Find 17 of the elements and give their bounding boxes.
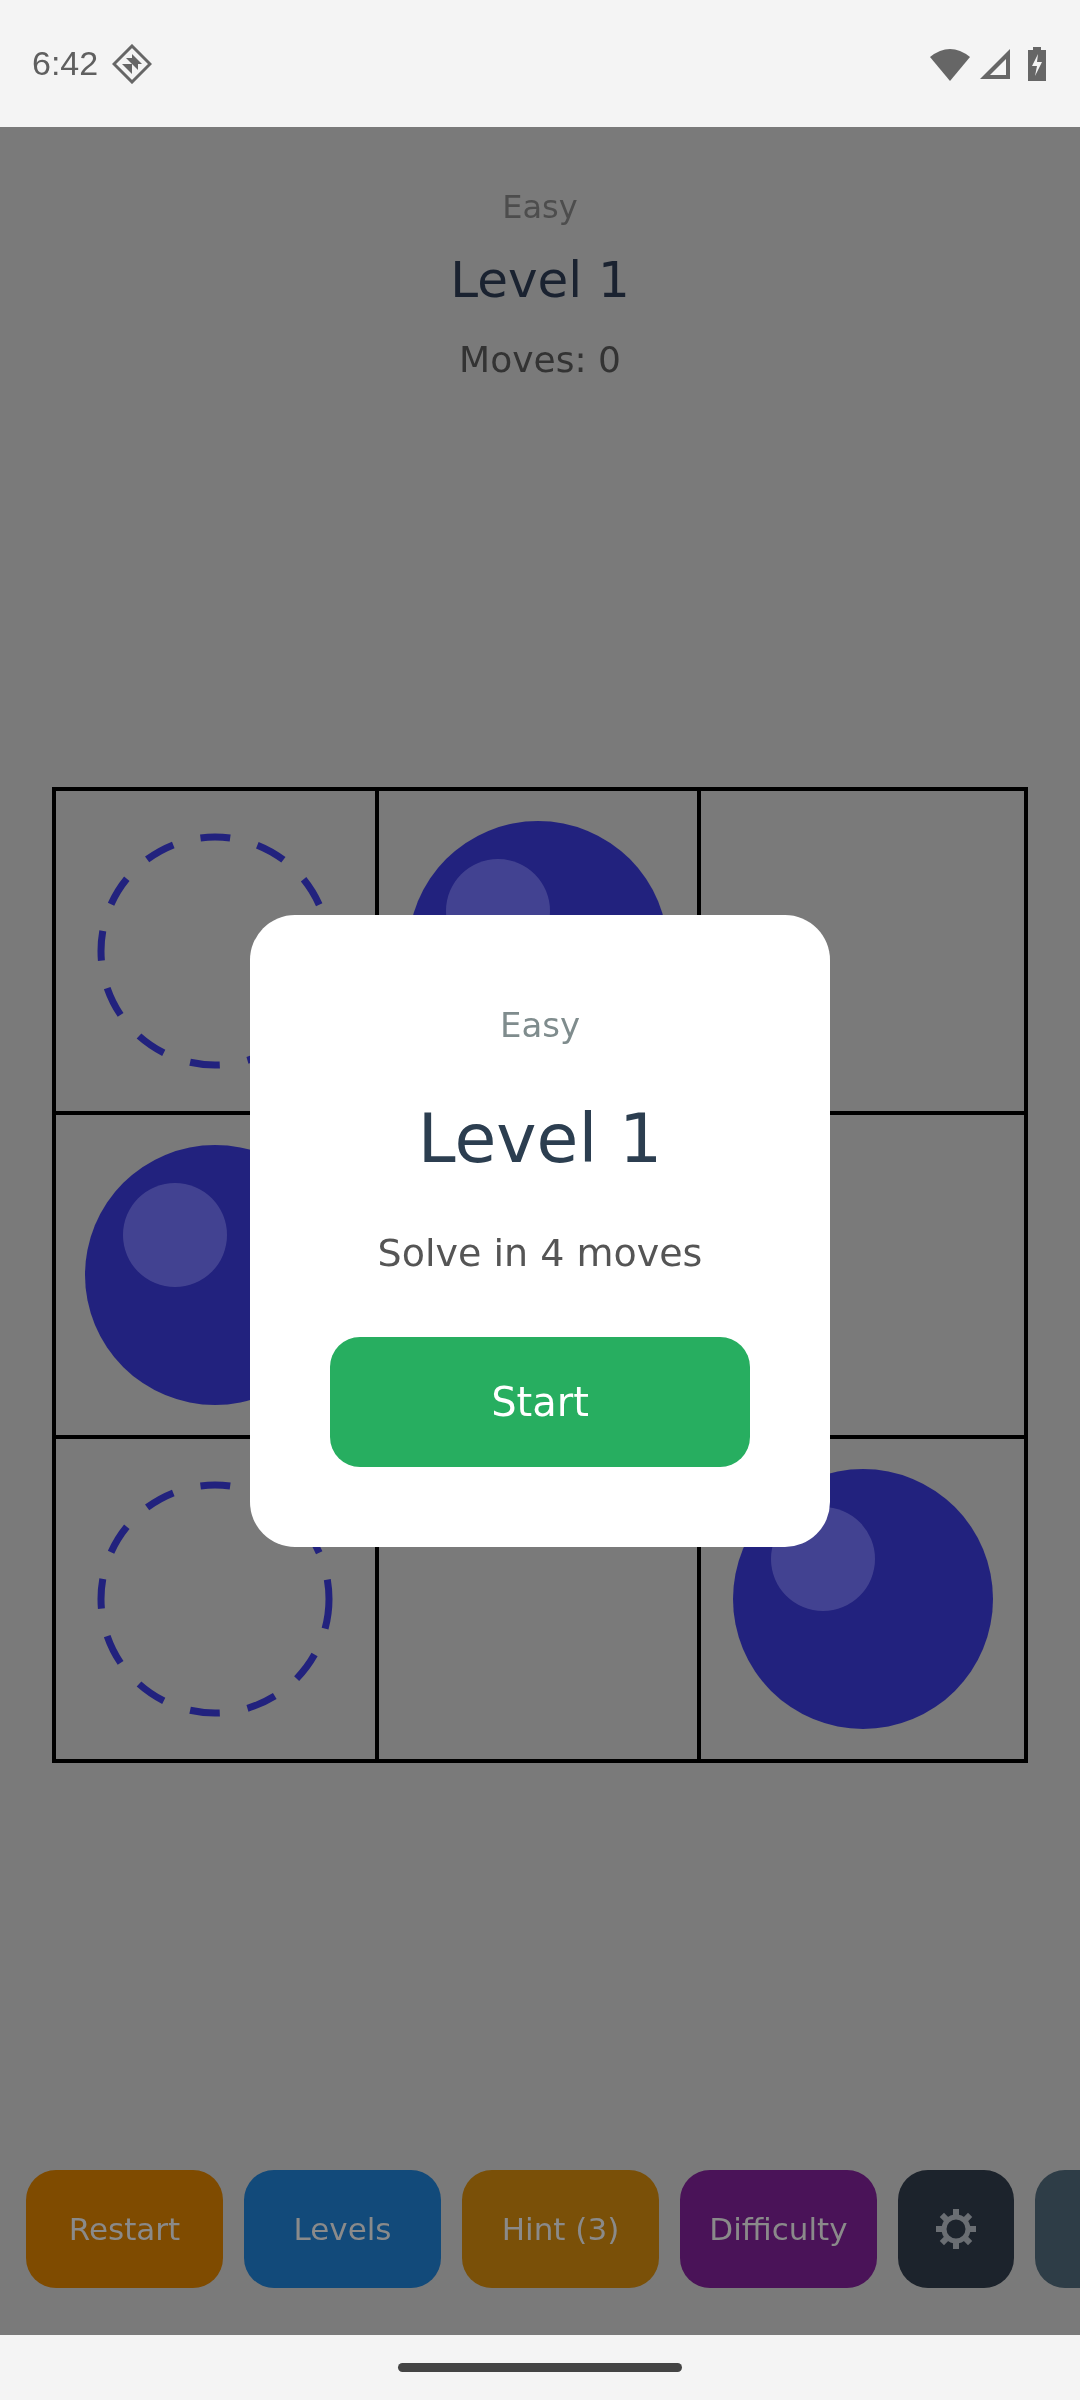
settings-icon xyxy=(936,2209,976,2249)
dialog-subtitle: Solve in 4 moves xyxy=(377,1230,703,1277)
level-title: Level 1 xyxy=(450,250,630,311)
wifi-icon xyxy=(928,46,972,81)
battery-charging-icon xyxy=(1026,46,1048,81)
ball[interactable] xyxy=(732,1469,993,1729)
moves-counter: Moves: 0 xyxy=(459,338,621,382)
settings-button[interactable] xyxy=(898,2170,1014,2288)
toolbar-button[interactable]: Levels xyxy=(244,2170,441,2288)
toolbar-button[interactable]: Hint (3) xyxy=(462,2170,659,2288)
dialog-title: Level 1 xyxy=(417,1098,663,1180)
toolbar-button[interactable]: Restart xyxy=(26,2170,223,2288)
start-button[interactable]: Start xyxy=(330,1337,750,1467)
dialog-difficulty: Easy xyxy=(499,1004,581,1047)
toolbar-button[interactable]: Difficulty xyxy=(680,2170,877,2288)
clock-time: 6:42 xyxy=(32,43,99,84)
diamond-grid-icon xyxy=(112,43,153,84)
